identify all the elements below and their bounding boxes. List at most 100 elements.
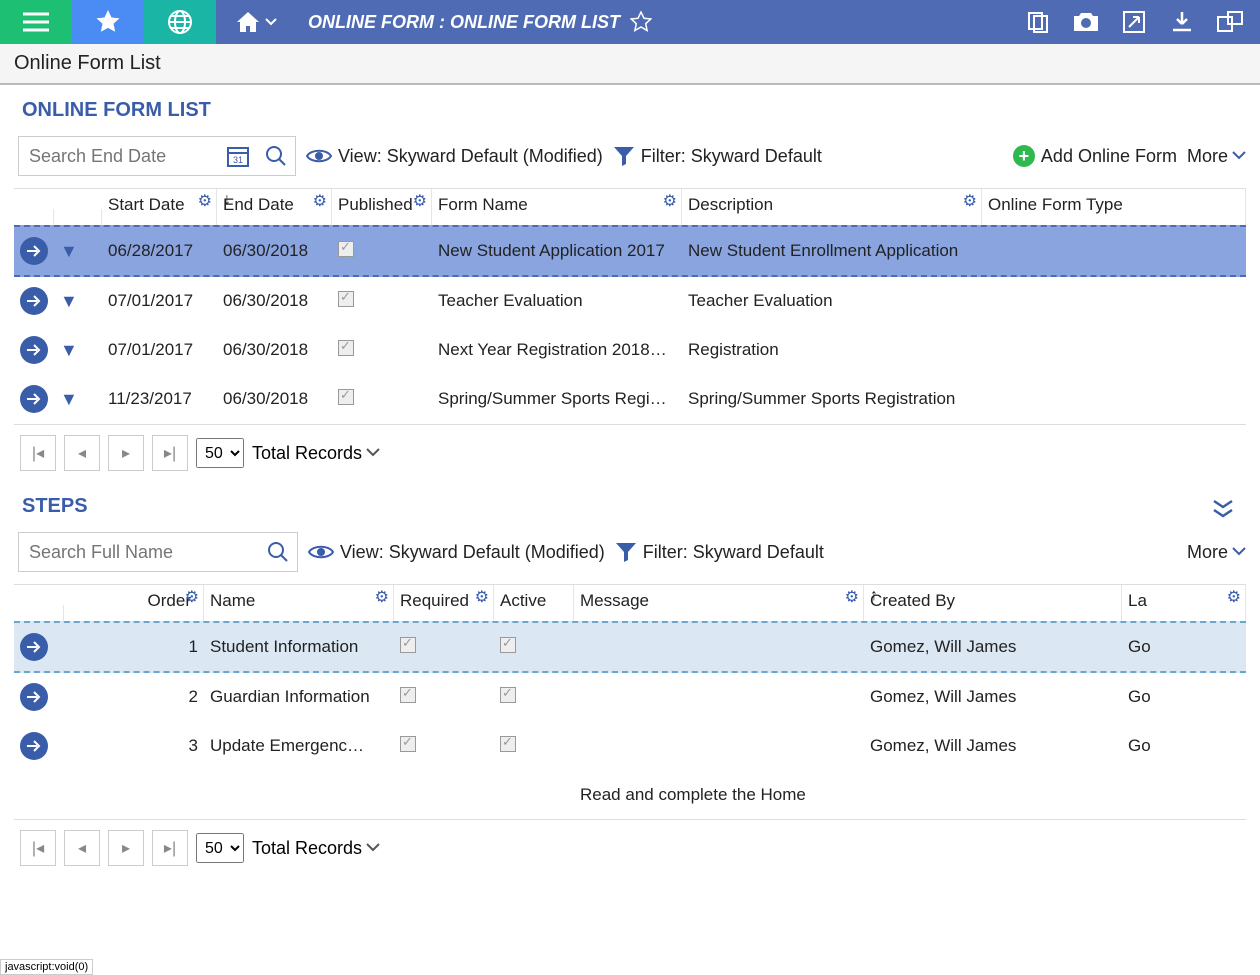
page-next[interactable]: ▸ [108, 830, 144, 866]
gear-icon[interactable]: ⚙ [185, 587, 199, 607]
expand-row-button[interactable]: ▼ [60, 291, 78, 311]
search-input[interactable] [19, 542, 259, 563]
last-cell: Go [1122, 627, 1246, 667]
expand-icon [1122, 10, 1146, 34]
topbar-actions [1016, 0, 1260, 44]
table-row[interactable]: ▼07/01/201706/30/2018Teacher EvaluationT… [14, 277, 1246, 326]
gear-icon[interactable]: ⚙ [413, 191, 427, 211]
table-row[interactable]: 1Student InformationGomez, Will JamesGo [14, 621, 1246, 673]
expand-button[interactable] [1112, 0, 1156, 44]
sort-up-icon: ↑ [870, 587, 878, 605]
collapse-button[interactable] [1212, 499, 1234, 519]
row-action-button[interactable] [20, 633, 48, 661]
view-selector[interactable]: View: Skyward Default (Modified) [308, 542, 605, 563]
step-name: Update Emergenc… [204, 726, 394, 766]
gear-icon[interactable]: ⚙ [313, 191, 327, 211]
row-action-button[interactable] [20, 237, 48, 265]
search-button[interactable] [259, 533, 297, 571]
copy-button[interactable] [1016, 0, 1060, 44]
table-row[interactable]: ▼06/28/201706/30/2018New Student Applica… [14, 225, 1246, 277]
col-published[interactable]: ⚙Published [332, 189, 432, 225]
page-prev[interactable]: ◂ [64, 435, 100, 471]
add-online-form-button[interactable]: + Add Online Form [1013, 145, 1177, 167]
col-end-date[interactable]: ↓⚙End Date [217, 189, 332, 225]
gear-icon[interactable]: ⚙ [198, 191, 212, 211]
step-message [574, 687, 864, 707]
expand-row-button[interactable]: ▼ [60, 340, 78, 360]
calendar-button[interactable]: 31 [219, 137, 257, 175]
col-message[interactable]: ⚙Message [574, 585, 864, 621]
filter-selector[interactable]: Filter: Skyward Default [613, 146, 822, 167]
start-date: 06/28/2017 [102, 231, 217, 271]
row-action-button[interactable] [20, 732, 48, 760]
col-last[interactable]: ⚙La [1122, 585, 1246, 621]
arrow-right-icon [26, 690, 42, 704]
gear-icon[interactable]: ⚙ [963, 191, 977, 211]
total-records[interactable]: Total Records [252, 443, 380, 464]
download-button[interactable] [1160, 0, 1204, 44]
topbar: ONLINE FORM : ONLINE FORM LIST [0, 0, 1260, 44]
col-form-name[interactable]: ⚙Form Name [432, 189, 682, 225]
arrow-right-icon [26, 392, 42, 406]
last-cell: Go [1122, 677, 1246, 717]
page-prev[interactable]: ◂ [64, 830, 100, 866]
camera-button[interactable] [1064, 0, 1108, 44]
arrow-right-icon [26, 739, 42, 753]
eye-icon [306, 147, 332, 165]
col-created-by[interactable]: ↑Created By [864, 585, 1122, 621]
funnel-icon [613, 146, 635, 166]
active-checkbox [500, 637, 516, 653]
col-description[interactable]: ⚙Description [682, 189, 982, 225]
search-button[interactable] [257, 137, 295, 175]
gear-icon[interactable]: ⚙ [663, 191, 677, 211]
row-action-button[interactable] [20, 287, 48, 315]
page-size-select[interactable]: 50 [196, 438, 244, 468]
col-active[interactable]: Active [494, 585, 574, 621]
gear-icon[interactable]: ⚙ [475, 587, 489, 607]
steps-toolbar: View: Skyward Default (Modified) Filter:… [14, 528, 1246, 584]
gear-icon[interactable]: ⚙ [845, 587, 859, 607]
page-size-select[interactable]: 50 [196, 833, 244, 863]
col-form-type[interactable]: Online Form Type [982, 189, 1246, 225]
table-row[interactable]: 3Update Emergenc…Gomez, Will JamesGo [14, 722, 1246, 771]
end-date: 06/30/2018 [217, 231, 332, 271]
col-name[interactable]: ⚙Name [204, 585, 394, 621]
star-outline-icon[interactable] [630, 11, 652, 33]
forms-section: ONLINE FORM LIST 31 View: Skyward Defaul… [0, 85, 1260, 481]
total-records[interactable]: Total Records [252, 838, 380, 859]
global-button[interactable] [144, 0, 216, 44]
end-date: 06/30/2018 [217, 379, 332, 419]
search-full-name[interactable] [18, 532, 298, 572]
gear-icon[interactable]: ⚙ [375, 587, 389, 607]
page-next[interactable]: ▸ [108, 435, 144, 471]
menu-button[interactable] [0, 0, 72, 44]
search-end-date[interactable]: 31 [18, 136, 296, 176]
eye-icon [308, 543, 334, 561]
home-button[interactable] [216, 0, 296, 44]
col-required[interactable]: ⚙Required [394, 585, 494, 621]
more-button[interactable]: More [1187, 146, 1246, 167]
gear-icon[interactable]: ⚙ [1227, 587, 1241, 607]
row-action-button[interactable] [20, 683, 48, 711]
row-action-button[interactable] [20, 385, 48, 413]
table-row[interactable]: ▼11/23/201706/30/2018Spring/Summer Sport… [14, 375, 1246, 424]
row-action-button[interactable] [20, 336, 48, 364]
favorite-button[interactable] [72, 0, 144, 44]
dock-button[interactable] [1208, 0, 1252, 44]
expand-row-button[interactable]: ▼ [60, 241, 78, 261]
view-selector[interactable]: View: Skyward Default (Modified) [306, 146, 603, 167]
more-button[interactable]: More [1187, 542, 1246, 563]
arrow-right-icon [26, 640, 42, 654]
col-order[interactable]: ⚙Order [64, 585, 204, 621]
col-start-date[interactable]: ⚙Start Date [102, 189, 217, 225]
page-last[interactable]: ▸| [152, 830, 188, 866]
page-first[interactable]: |◂ [20, 830, 56, 866]
search-input[interactable] [19, 146, 219, 167]
table-row[interactable]: 2Guardian InformationGomez, Will JamesGo [14, 673, 1246, 722]
page-last[interactable]: ▸| [152, 435, 188, 471]
table-row[interactable]: ▼07/01/201706/30/2018Next Year Registrat… [14, 326, 1246, 375]
expand-row-button[interactable]: ▼ [60, 389, 78, 409]
home-icon [235, 10, 261, 34]
filter-selector[interactable]: Filter: Skyward Default [615, 542, 824, 563]
page-first[interactable]: |◂ [20, 435, 56, 471]
